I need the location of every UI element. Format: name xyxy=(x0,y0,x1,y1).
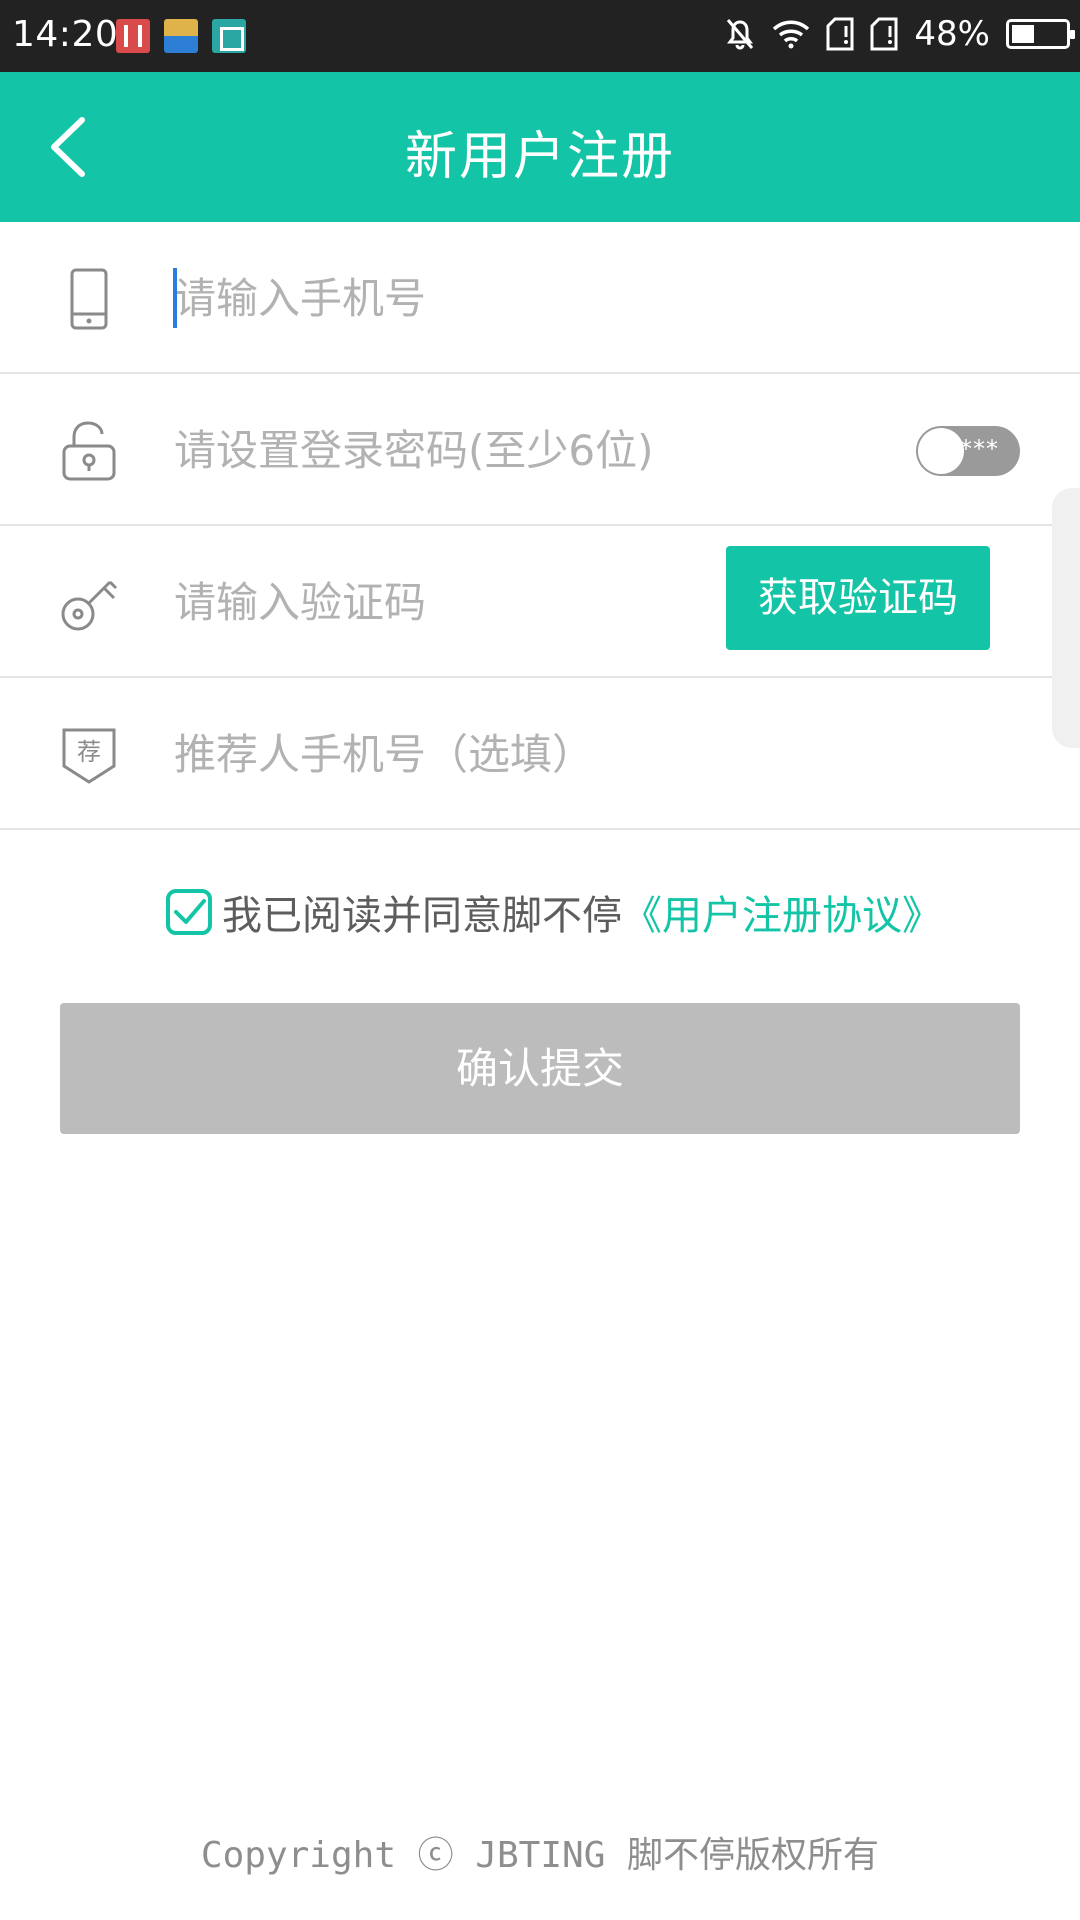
phone-icon xyxy=(70,268,108,330)
referrer-badge-icon: 荐 xyxy=(62,728,116,784)
phone-row: 请输入手机号 xyxy=(0,222,1080,374)
get-code-button[interactable]: 获取验证码 xyxy=(726,546,990,650)
agreement-text: 我已阅读并同意脚不停 xyxy=(222,893,622,939)
password-row: 请设置登录密码(至少6位) *** xyxy=(0,374,1080,526)
key-icon xyxy=(61,580,118,631)
code-row: 请输入验证码 获取验证码 xyxy=(0,526,1080,678)
scan-app-icon xyxy=(212,19,246,53)
phone-input[interactable]: 请输入手机号 xyxy=(174,268,426,330)
mail-app-icon xyxy=(116,19,150,53)
toggle-knob xyxy=(918,428,964,474)
sim-card-icon xyxy=(826,17,854,51)
password-visibility-toggle[interactable]: *** xyxy=(916,426,1020,476)
text-cursor xyxy=(173,268,177,328)
mute-icon xyxy=(727,19,754,50)
agreement-link[interactable]: 《用户注册协议》 xyxy=(622,883,942,941)
password-input[interactable]: 请设置登录密码(至少6位) xyxy=(174,420,654,482)
status-bar: 14:20 48% xyxy=(0,0,1080,72)
gallery-app-icon xyxy=(164,19,198,53)
page-title: 新用户注册 xyxy=(404,127,675,187)
side-drawer-handle[interactable] xyxy=(1052,488,1080,748)
lock-icon xyxy=(62,421,116,481)
wifi-icon xyxy=(773,20,810,49)
referrer-row: 荐 推荐人手机号（选填） xyxy=(0,678,1080,830)
toggle-label: *** xyxy=(960,435,999,463)
system-status-icons: 48% xyxy=(724,14,1075,54)
submit-button[interactable]: 确认提交 xyxy=(60,1003,1020,1134)
verification-code-input[interactable]: 请输入验证码 xyxy=(174,572,426,634)
agreement-row: 我已阅读并同意脚不停 《用户注册协议》 xyxy=(166,884,942,940)
referrer-badge-char: 荐 xyxy=(77,738,101,766)
notification-icons xyxy=(116,19,246,53)
sim-card-icon xyxy=(870,17,898,51)
agreement-checkbox[interactable] xyxy=(166,889,212,935)
status-time: 14:20 xyxy=(12,14,119,55)
battery-percent: 48% xyxy=(914,14,990,54)
header-bar: 新用户注册 xyxy=(0,72,1080,222)
copyright-text: Copyright ⓒ JBTING 脚不停版权所有 xyxy=(200,1835,880,1876)
battery-icon xyxy=(1006,19,1075,49)
referrer-input[interactable]: 推荐人手机号（选填） xyxy=(174,724,594,786)
